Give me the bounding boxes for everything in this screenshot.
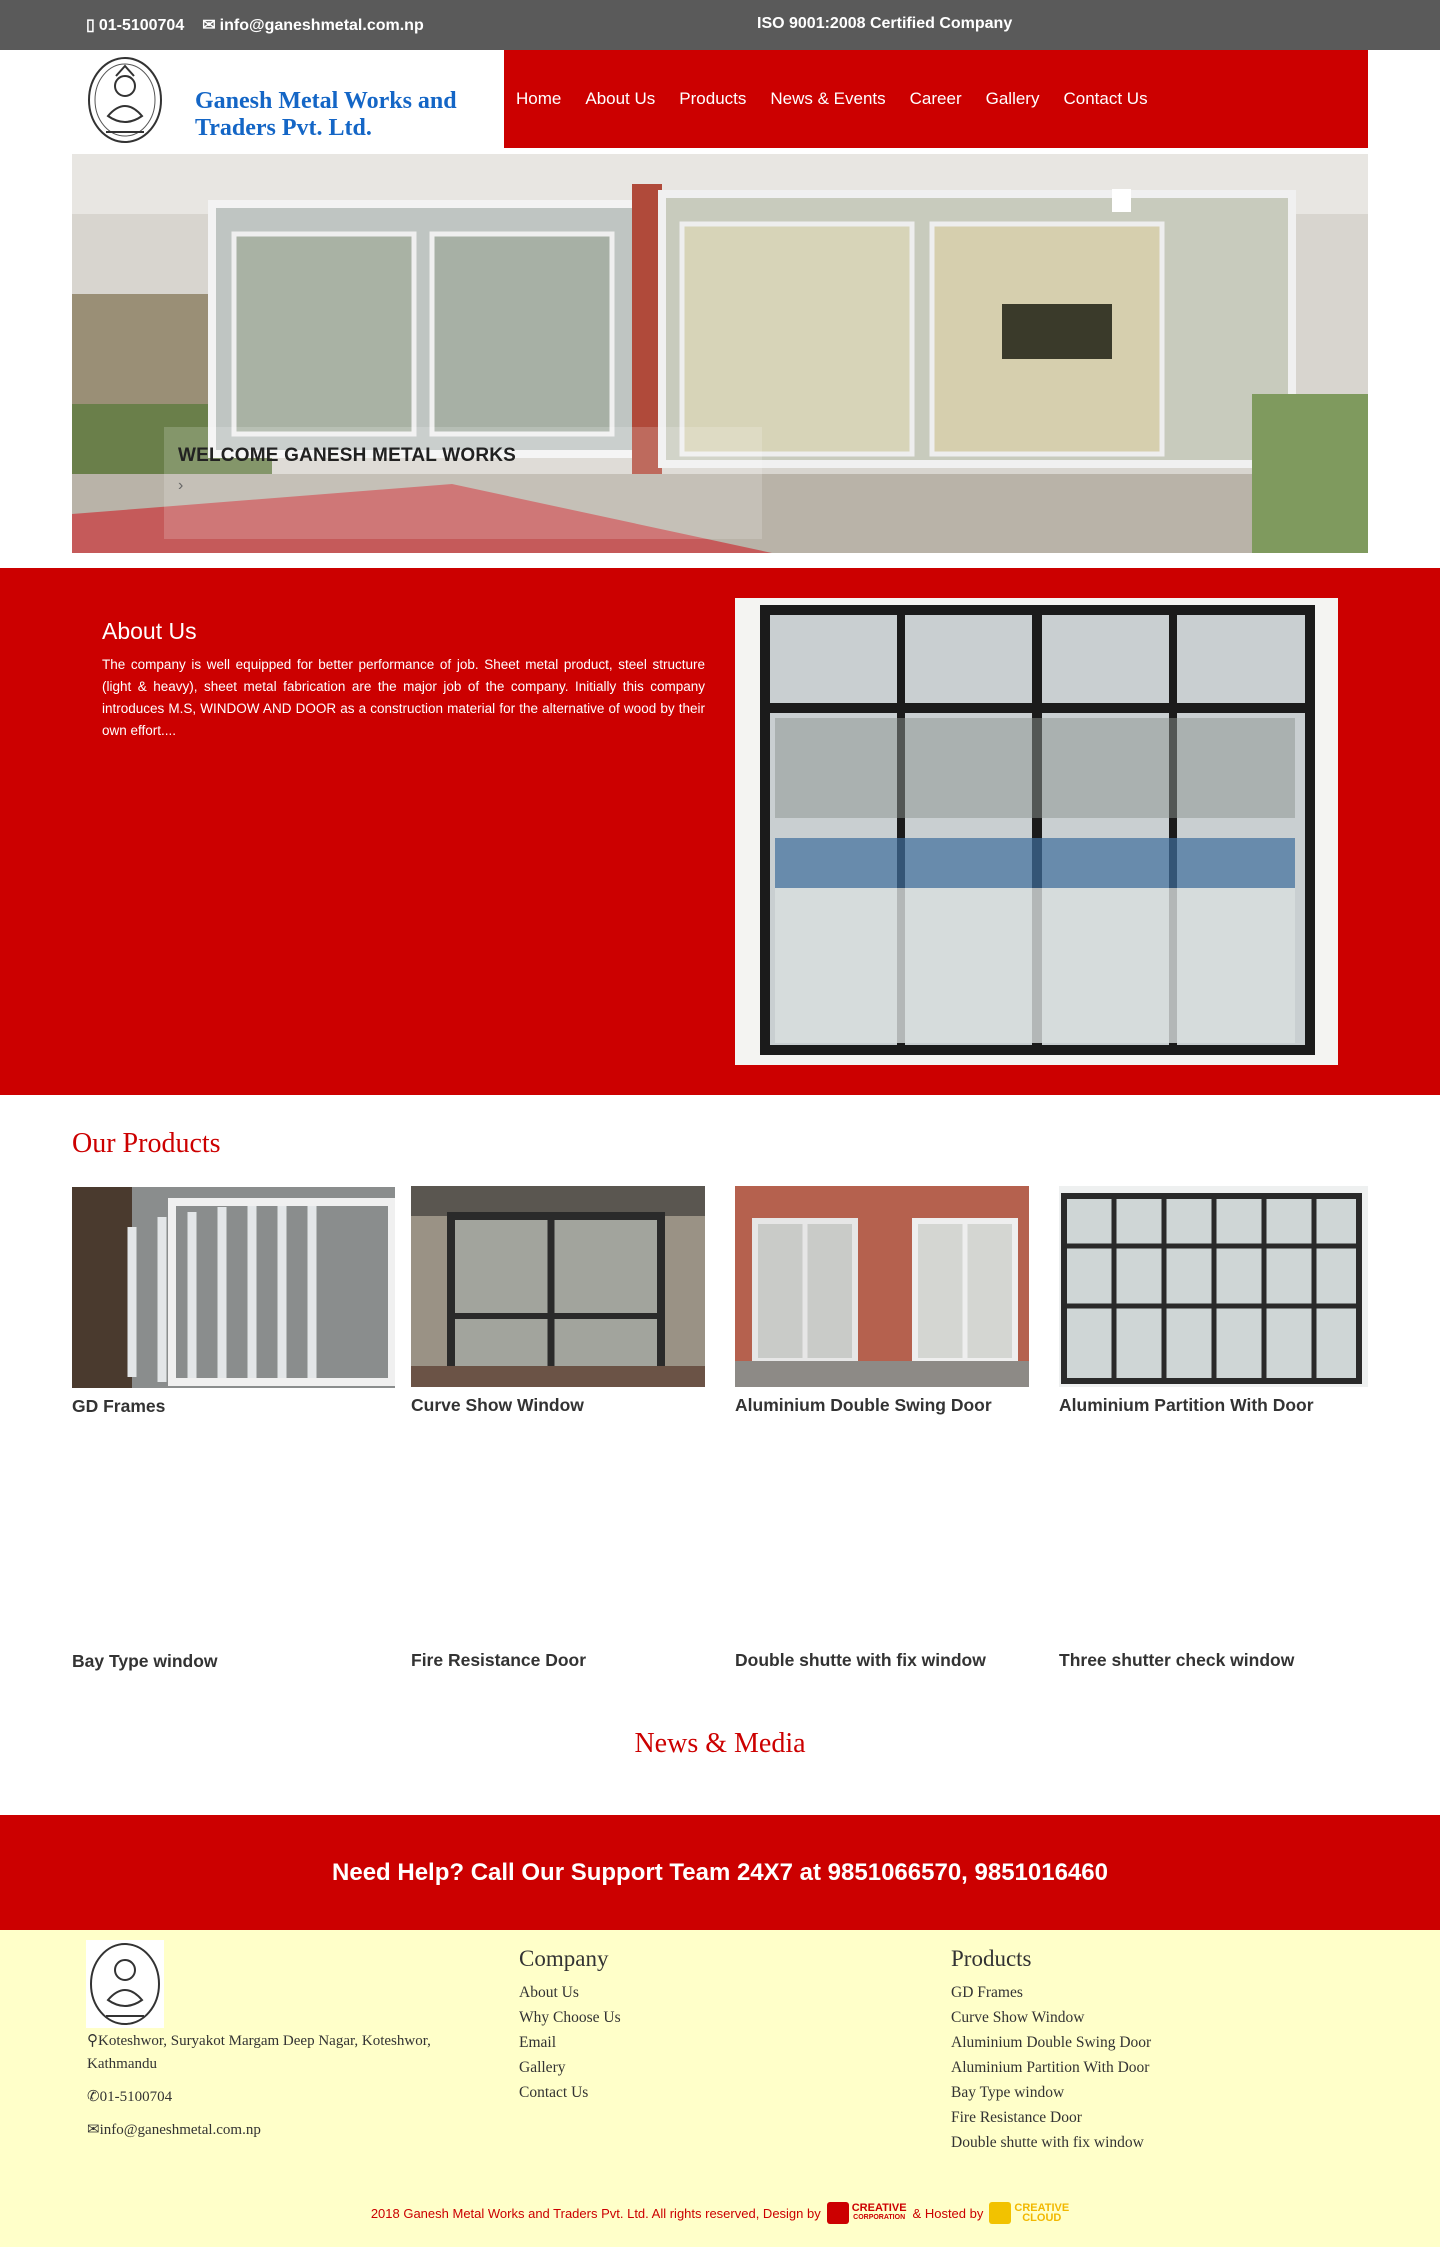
footer-products-column: Products GD Frames Curve Show Window Alu… — [951, 1946, 1151, 2155]
product-card[interactable]: Aluminium Partition With Door — [1059, 1186, 1368, 1416]
copyright-bar: 2018 Ganesh Metal Works and Traders Pvt.… — [0, 2202, 1440, 2224]
nav-news-events[interactable]: News & Events — [770, 89, 885, 109]
footer-product-link[interactable]: Fire Resistance Door — [951, 2105, 1151, 2130]
hero-caption-title: WELCOME GANESH METAL WORKS — [178, 445, 517, 466]
hero-caption: WELCOME GANESH METAL WORKS › — [164, 427, 762, 539]
envelope-icon: ✉ — [87, 2122, 100, 2138]
product-image[interactable] — [735, 1186, 1029, 1387]
product-name[interactable]: Aluminium Double Swing Door — [735, 1395, 1029, 1416]
support-banner: Need Help? Call Our Support Team 24X7 at… — [0, 1815, 1440, 1930]
product-name[interactable]: Aluminium Partition With Door — [1059, 1395, 1368, 1416]
about-section: About Us The company is well equipped fo… — [0, 568, 1440, 1095]
product-image[interactable] — [411, 1186, 705, 1387]
footer-link-about-us[interactable]: About Us — [519, 1980, 621, 2005]
iso-certification: ISO 9001:2008 Certified Company — [757, 15, 1013, 32]
top-bar: ▯ 01-5100704 ✉ info@ganeshmetal.com.np ISO… — [0, 0, 1440, 50]
product-name[interactable]: Fire Resistance Door — [411, 1650, 705, 1671]
footer-company-heading: Company — [519, 1946, 609, 1971]
hosted-by-text: & Hosted by — [912, 2205, 984, 2221]
product-card[interactable]: Curve Show Window — [411, 1186, 705, 1416]
nav-products[interactable]: Products — [679, 89, 746, 109]
main-nav: Home About Us Products News & Events Car… — [504, 50, 1368, 148]
top-phone[interactable]: ▯ 01-5100704 — [86, 15, 184, 35]
footer-product-link[interactable]: Curve Show Window — [951, 2005, 1151, 2030]
footer-email[interactable]: ✉info@ganeshmetal.com.np — [87, 2119, 477, 2142]
footer-products-heading: Products — [951, 1946, 1032, 1971]
product-name[interactable]: Double shutte with fix window — [735, 1650, 1029, 1671]
product-name[interactable]: Three shutter check window — [1059, 1650, 1368, 1671]
footer-product-link[interactable]: Aluminium Double Swing Door — [951, 2030, 1151, 2055]
product-image[interactable] — [735, 1441, 1029, 1642]
product-image[interactable] — [1059, 1186, 1368, 1387]
footer-contact-info: ⚲Koteshwor, Suryakot Margam Deep Nagar, … — [87, 2030, 477, 2152]
product-image[interactable] — [411, 1441, 705, 1642]
product-image[interactable] — [72, 1187, 395, 1388]
about-text: The company is well equipped for better … — [102, 657, 705, 738]
footer-company-column: Company About Us Why Choose Us Email Gal… — [519, 1946, 621, 2105]
product-card[interactable]: Aluminium Double Swing Door — [735, 1186, 1029, 1416]
footer-link-gallery[interactable]: Gallery — [519, 2055, 621, 2080]
top-email[interactable]: ✉ info@ganeshmetal.com.np — [202, 15, 423, 35]
site-header: Ganesh Metal Works and Traders Pvt. Ltd.… — [72, 50, 1368, 148]
top-contact: ▯ 01-5100704 ✉ info@ganeshmetal.com.np — [86, 15, 424, 35]
product-card[interactable]: Fire Resistance Door — [411, 1441, 705, 1671]
envelope-icon: ✉ — [202, 17, 216, 34]
footer-logo — [86, 1940, 164, 2028]
nav-contact-us[interactable]: Contact Us — [1063, 89, 1147, 109]
hero-slider[interactable]: WELCOME GANESH METAL WORKS › — [72, 154, 1368, 553]
map-marker-icon: ⚲ — [87, 2033, 98, 2049]
nav-career[interactable]: Career — [910, 89, 962, 109]
about-image — [735, 598, 1338, 1065]
footer-link-why-choose-us[interactable]: Why Choose Us — [519, 2005, 621, 2030]
product-name[interactable]: GD Frames — [72, 1396, 395, 1417]
creative-corporation-logo[interactable]: CREATIVE CORPORATION — [826, 2202, 907, 2224]
product-name[interactable]: Curve Show Window — [411, 1395, 705, 1416]
footer-product-link[interactable]: Double shutte with fix window — [951, 2130, 1151, 2155]
footer-product-link[interactable]: Bay Type window — [951, 2080, 1151, 2105]
nav-home[interactable]: Home — [516, 89, 561, 109]
footer-link-contact-us[interactable]: Contact Us — [519, 2080, 621, 2105]
footer-product-link[interactable]: GD Frames — [951, 1980, 1151, 2005]
chevron-right-icon[interactable]: › — [178, 477, 748, 495]
site-footer: ⚲Koteshwor, Suryakot Margam Deep Nagar, … — [0, 1930, 1440, 2247]
creative-cloud-logo[interactable]: CREATIVE CLOUD — [989, 2202, 1069, 2224]
product-image[interactable] — [1059, 1441, 1368, 1642]
nav-gallery[interactable]: Gallery — [986, 89, 1040, 109]
brand-name[interactable]: Ganesh Metal Works and Traders Pvt. Ltd. — [195, 88, 495, 142]
footer-phone[interactable]: ✆01-5100704 — [87, 2086, 477, 2109]
product-name[interactable]: Bay Type window — [72, 1651, 395, 1672]
footer-address: ⚲Koteshwor, Suryakot Margam Deep Nagar, … — [87, 2033, 431, 2072]
about-heading: About Us — [102, 618, 197, 644]
footer-link-email[interactable]: Email — [519, 2030, 621, 2055]
products-heading: Our Products — [72, 1128, 221, 1159]
product-image[interactable] — [72, 1442, 395, 1643]
news-heading: News & Media — [634, 1728, 806, 1759]
product-card[interactable]: Three shutter check window — [1059, 1441, 1368, 1671]
ganesh-logo[interactable] — [86, 56, 164, 144]
slider-indicator[interactable] — [1112, 189, 1131, 212]
product-card[interactable]: Double shutte with fix window — [735, 1441, 1029, 1671]
product-card[interactable]: GD Frames — [72, 1187, 395, 1417]
mobile-icon: ▯ — [86, 17, 95, 34]
nav-about-us[interactable]: About Us — [585, 89, 655, 109]
copyright-text: 2018 Ganesh Metal Works and Traders Pvt.… — [370, 2205, 821, 2221]
footer-product-link[interactable]: Aluminium Partition With Door — [951, 2055, 1151, 2080]
phone-icon: ✆ — [87, 2089, 100, 2105]
product-card[interactable]: Bay Type window — [72, 1442, 395, 1672]
